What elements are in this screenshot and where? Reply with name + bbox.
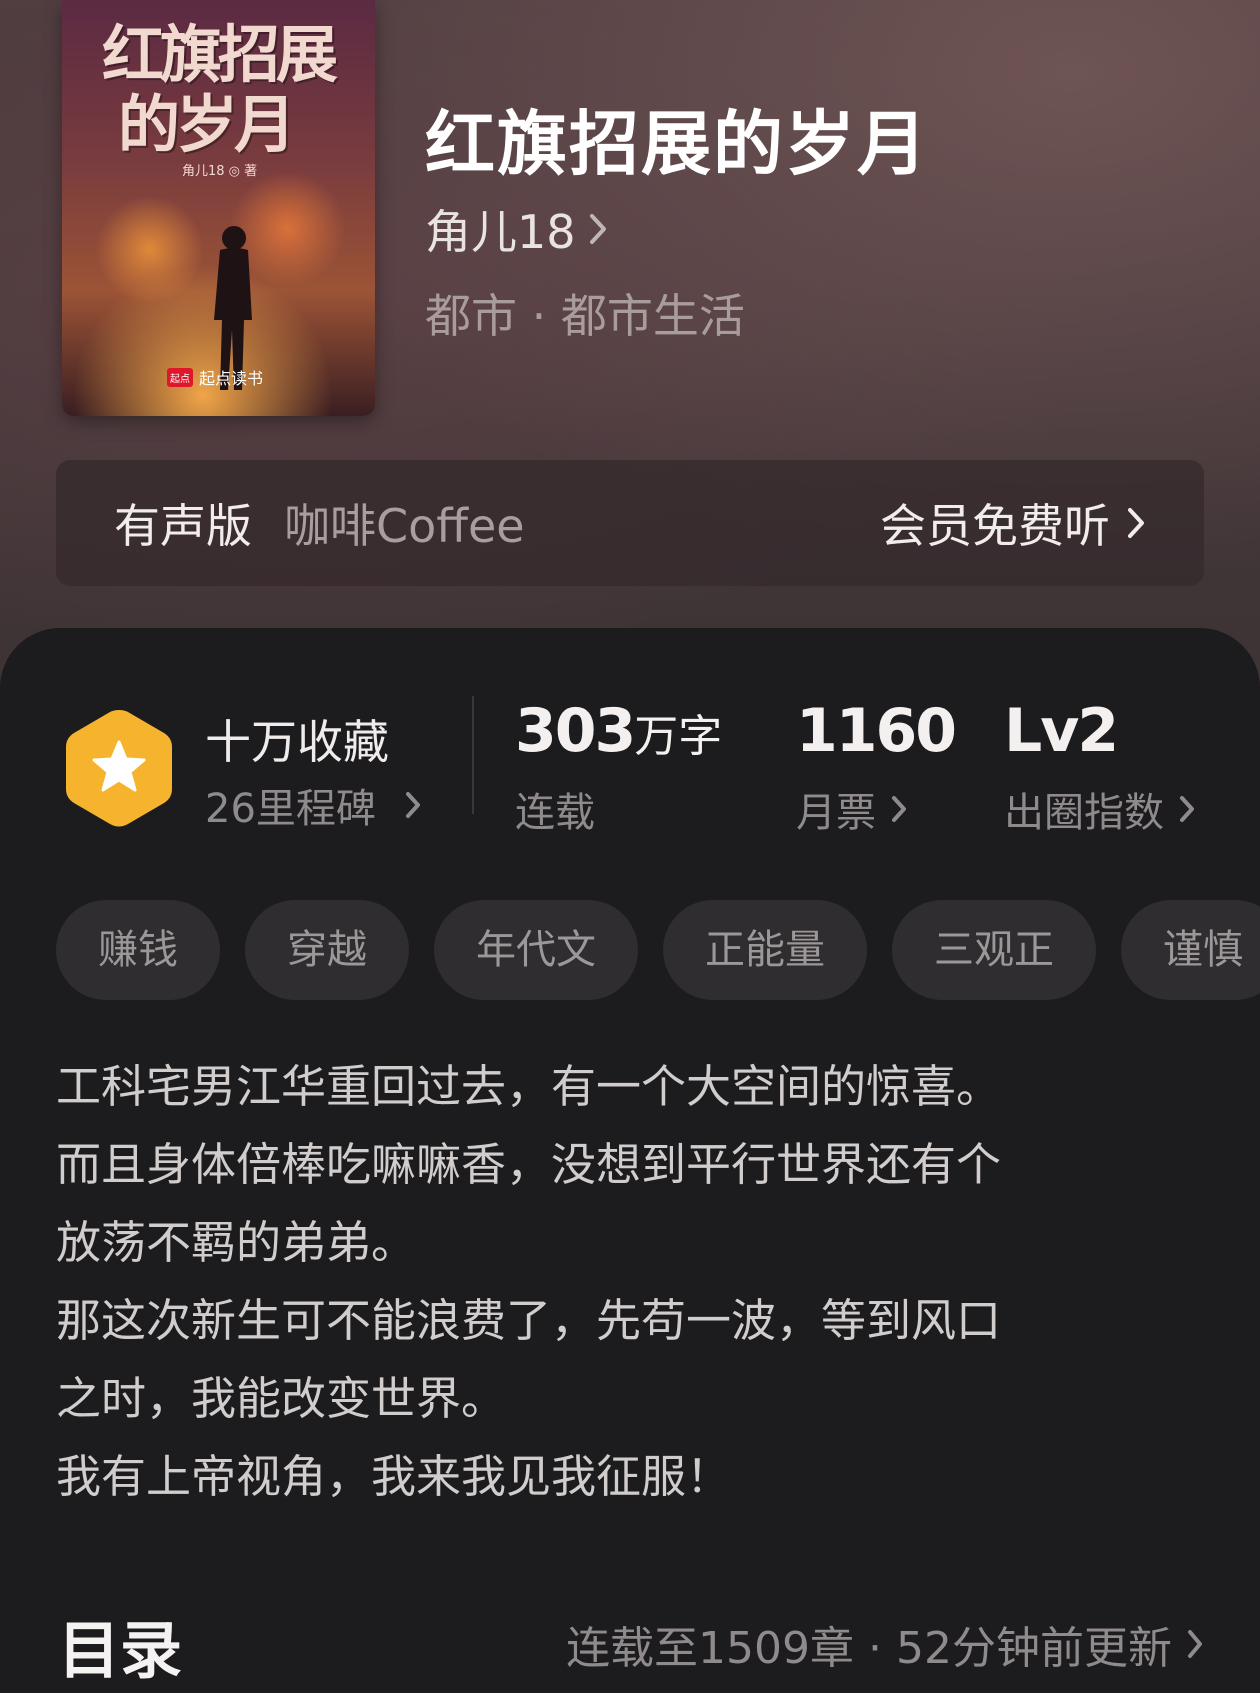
- word-count-unit: 万字: [634, 711, 723, 762]
- member-free-listen-button[interactable]: 会员免费听: [880, 490, 1146, 556]
- tag-chip[interactable]: 年代文: [434, 900, 638, 1000]
- tag-chip[interactable]: 赚钱: [56, 900, 220, 1000]
- synopsis-line: 之时，我能改变世界。: [56, 1372, 507, 1425]
- popularity-index-label: 出圈指数: [1004, 790, 1164, 836]
- tag-chip[interactable]: 穿越: [245, 900, 409, 1000]
- cover-title: 红旗招展 的岁月: [102, 18, 338, 161]
- synopsis-line: 工科宅男江华重回过去，有一个大空间的惊喜。: [56, 1060, 1002, 1113]
- synopsis-line: 那这次新生可不能浪费了，先苟一波，等到风口: [56, 1294, 1002, 1347]
- monthly-tickets-count: 1160: [796, 696, 957, 766]
- synopsis-line: 而且身体倍棒吃嘛嘛香，没想到平行世界还有个: [56, 1138, 1002, 1191]
- toc-title[interactable]: 目录: [58, 1600, 182, 1690]
- author-name: 角儿18: [425, 205, 576, 259]
- word-count-value: 303: [515, 696, 636, 766]
- word-count: 303万字: [515, 696, 722, 766]
- toc-link[interactable]: 连载至1509章 · 52分钟前更新: [566, 1612, 1204, 1676]
- chevron-right-icon: [892, 796, 906, 822]
- popularity-level: Lv2: [1004, 696, 1119, 766]
- cover-author-mark: 角儿18 ◎ 著: [182, 164, 258, 179]
- serial-status-label: 连载: [515, 790, 595, 836]
- chevron-right-icon: [1188, 1630, 1202, 1658]
- member-free-listen-label: 会员免费听: [880, 499, 1110, 553]
- chevron-right-icon: [589, 214, 606, 244]
- cover-brand: 起点 起点读书: [167, 365, 263, 389]
- audio-version-bar[interactable]: 有声版 咖啡Coffee 会员免费听: [56, 460, 1204, 586]
- chevron-right-icon: [1128, 508, 1144, 538]
- star-hexagon-icon: [66, 710, 172, 827]
- synopsis-line: 放荡不羁的弟弟。: [56, 1216, 417, 1269]
- book-category[interactable]: 都市 · 都市生活: [425, 280, 745, 346]
- milestone-count: 26里程碑: [205, 786, 376, 832]
- milestone-link[interactable]: 26里程碑: [205, 776, 422, 834]
- monthly-tickets-label: 月票: [796, 790, 876, 836]
- tag-list: 赚钱 穿越 年代文 正能量 三观正 谨慎: [56, 900, 1260, 1000]
- audio-narrator: 咖啡Coffee: [284, 499, 525, 553]
- serial-status: 连载: [515, 780, 595, 838]
- collect-milestone-title: 十万收藏: [205, 715, 389, 769]
- brand-name: 起点读书: [199, 369, 264, 388]
- tag-chip[interactable]: 正能量: [663, 900, 867, 1000]
- tag-chip[interactable]: 谨慎: [1121, 900, 1260, 1000]
- popularity-index-link[interactable]: 出圈指数: [1004, 780, 1196, 838]
- book-cover[interactable]: 红旗招展 的岁月 角儿18 ◎ 著 起点 起点读书: [62, 0, 375, 416]
- chevron-right-icon: [1180, 796, 1194, 822]
- chevron-right-icon: [405, 792, 420, 818]
- book-title: 红旗招展的岁月: [425, 102, 929, 185]
- author-link[interactable]: 角儿18: [425, 196, 608, 262]
- monthly-tickets-link[interactable]: 月票: [796, 780, 908, 838]
- audio-label: 有声版: [114, 499, 252, 553]
- toc-update-info: 连载至1509章 · 52分钟前更新: [566, 1623, 1172, 1674]
- brand-badge: 起点: [167, 367, 193, 387]
- stats-divider: [472, 696, 474, 814]
- synopsis-line: 我有上帝视角，我来我见我征服！: [56, 1450, 732, 1503]
- tag-chip[interactable]: 三观正: [892, 900, 1096, 1000]
- book-synopsis[interactable]: 工科宅男江华重回过去，有一个大空间的惊喜。 而且身体倍棒吃嘛嘛香，没想到平行世界…: [56, 1048, 1216, 1516]
